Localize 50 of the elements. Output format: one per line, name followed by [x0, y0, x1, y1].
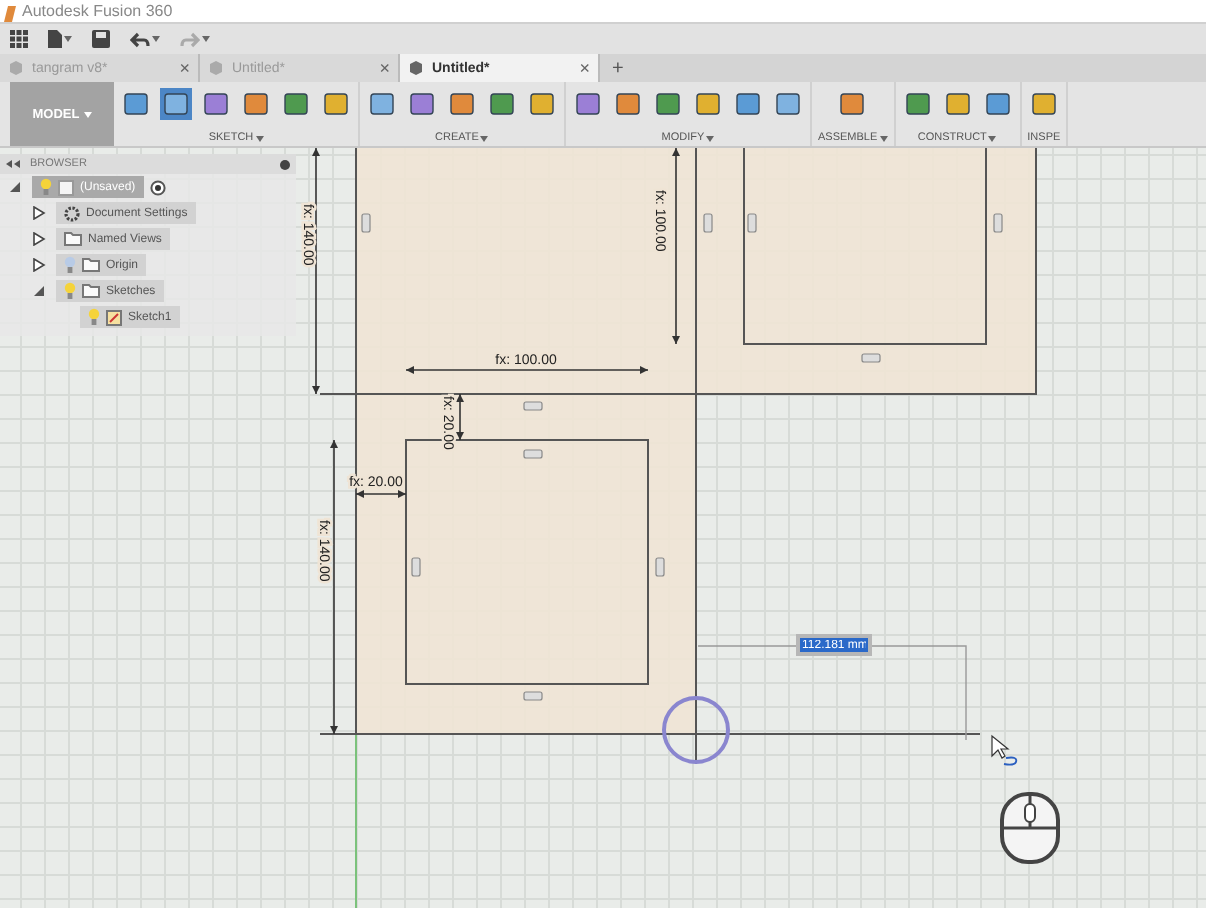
dimension-line	[355, 490, 407, 498]
undo-button[interactable]	[130, 27, 160, 51]
constraint-icon	[411, 557, 421, 577]
redo-icon	[180, 31, 200, 47]
file-icon	[48, 30, 62, 48]
collapse-arrow-icon[interactable]	[8, 180, 22, 194]
snap-circle	[662, 696, 730, 764]
caret-icon	[879, 135, 888, 141]
cursor-icon	[991, 734, 1018, 766]
caret-icon	[988, 135, 997, 141]
constraint-icon	[523, 401, 543, 411]
collapse-icon[interactable]	[6, 160, 20, 168]
close-tab-button[interactable]: ×	[179, 59, 190, 77]
constraint-icon	[655, 557, 665, 577]
close-tab-button[interactable]: ×	[379, 59, 390, 77]
file-menu-button[interactable]	[48, 27, 72, 51]
expand-arrow-icon[interactable]	[32, 206, 46, 220]
save-button[interactable]	[92, 27, 110, 51]
save-icon	[92, 30, 110, 48]
constraint-icon	[361, 213, 371, 233]
sketch-icon	[106, 309, 122, 325]
expand-arrow-icon[interactable]	[32, 258, 46, 272]
collapse-arrow-icon[interactable]	[32, 284, 46, 298]
dot-icon[interactable]	[280, 159, 290, 169]
dimension-line	[456, 393, 464, 441]
settings-icon	[64, 205, 80, 221]
constraint-icon	[993, 213, 1003, 233]
app-logo-icon	[4, 6, 16, 22]
constraint-icon	[747, 213, 757, 233]
caret-icon	[64, 36, 72, 42]
caret-icon	[152, 36, 160, 42]
window-title: Autodesk Fusion 360	[22, 2, 173, 22]
expand-arrow-icon[interactable]	[32, 232, 46, 246]
constraint-icon	[523, 449, 543, 459]
caret-icon	[83, 111, 92, 117]
constraint-icon	[861, 353, 881, 363]
grid-icon	[10, 30, 28, 48]
redo-button[interactable]	[180, 27, 210, 51]
close-tab-button[interactable]: ×	[579, 59, 590, 77]
constraint-icon	[523, 691, 543, 701]
constraint-icon	[703, 213, 713, 233]
mouse-icon	[1000, 792, 1060, 864]
apps-grid-button[interactable]	[10, 27, 28, 51]
new-tab-button[interactable]: +	[600, 54, 636, 82]
radio-icon[interactable]	[149, 179, 166, 195]
caret-icon	[480, 135, 489, 141]
undo-icon	[130, 31, 150, 47]
caret-icon	[202, 36, 210, 42]
caret-icon	[706, 135, 715, 141]
caret-icon	[255, 135, 264, 141]
